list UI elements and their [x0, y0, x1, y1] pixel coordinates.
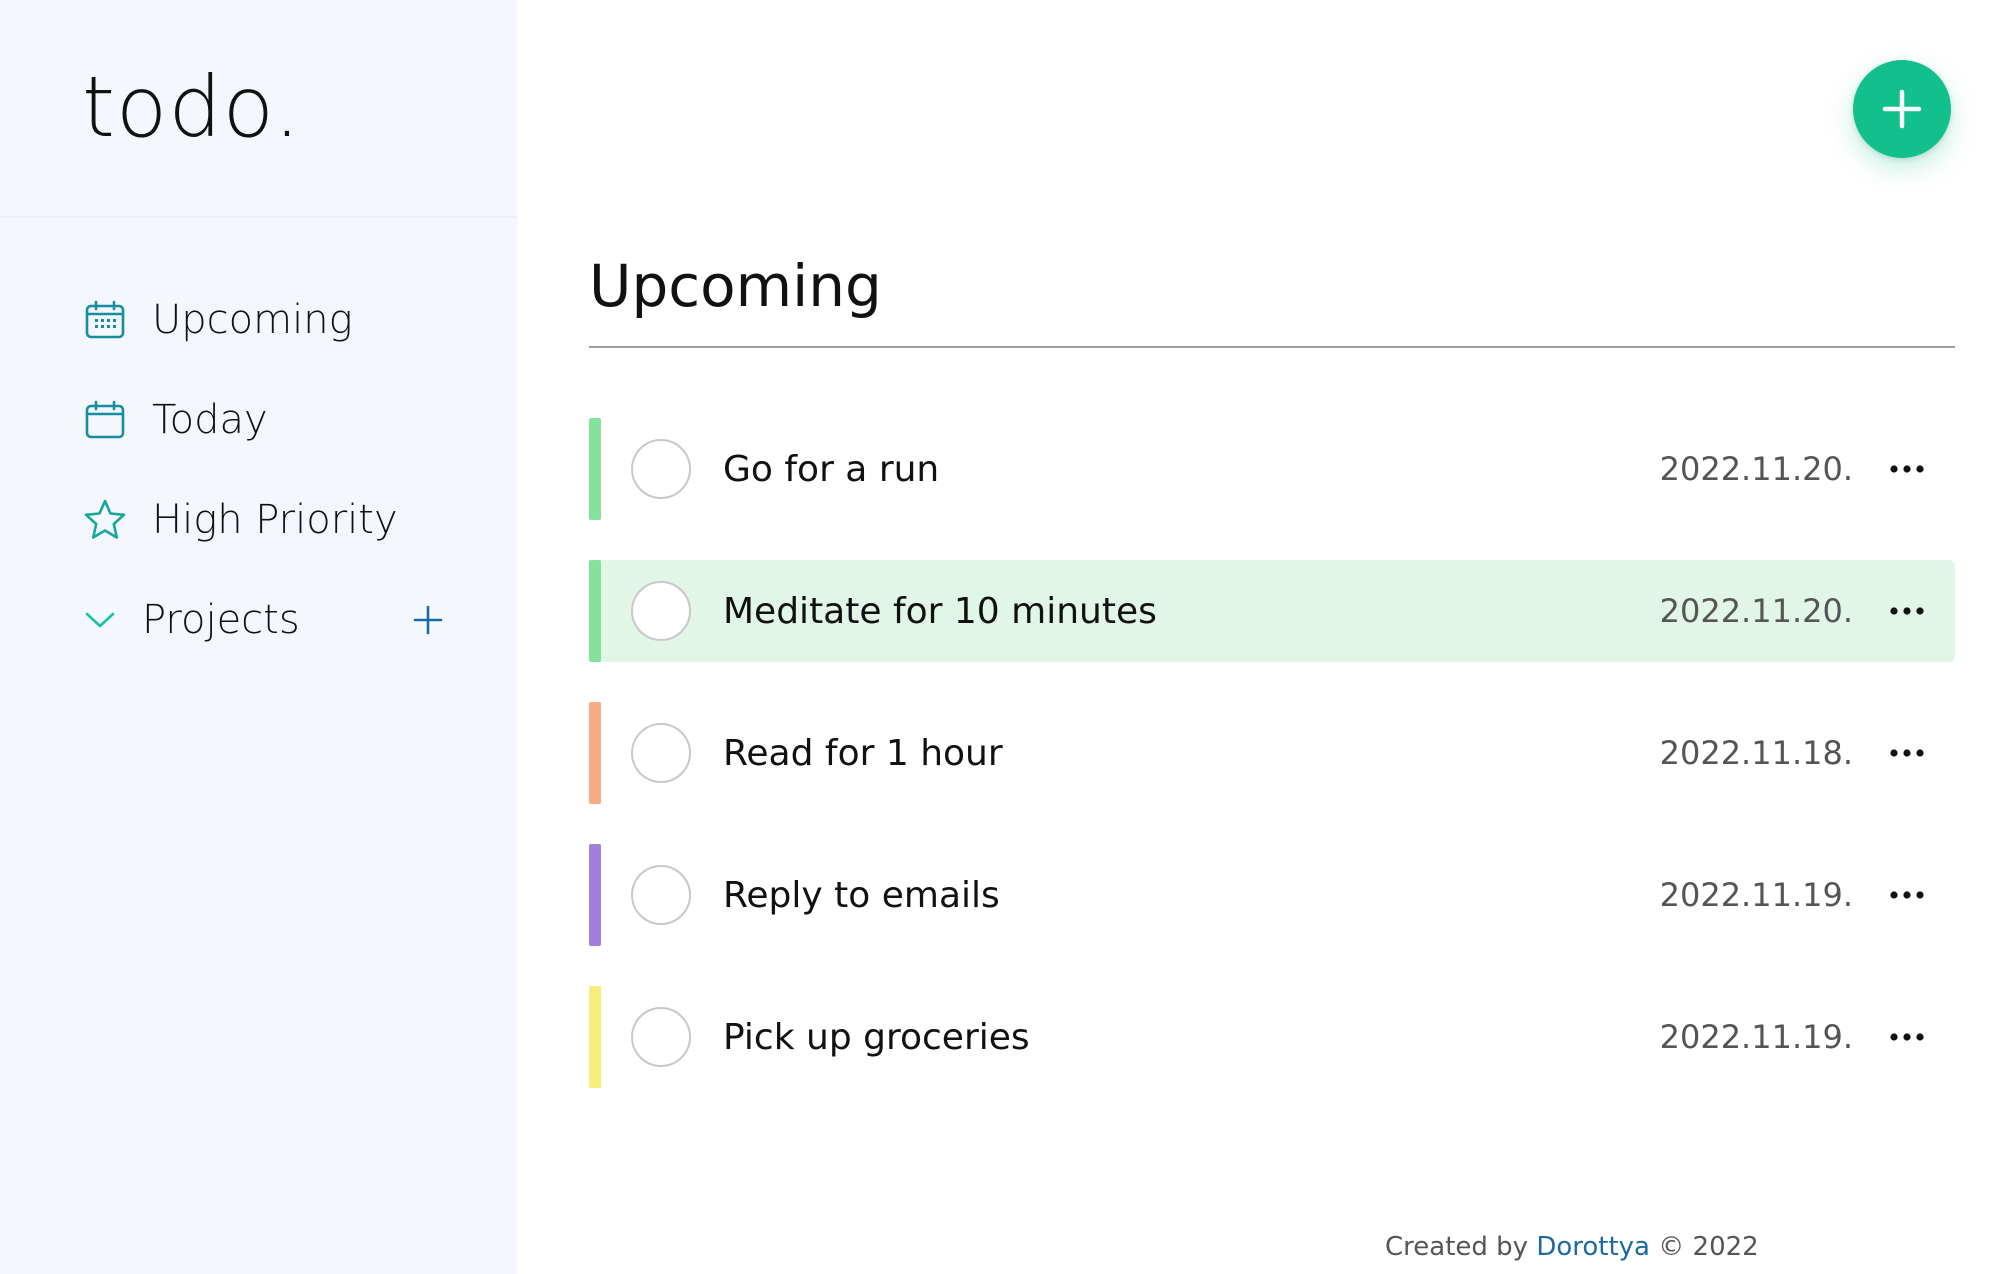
app-logo[interactable]: todo.	[82, 58, 301, 156]
task-checkbox[interactable]	[631, 1007, 691, 1067]
more-options-button[interactable]	[1883, 591, 1931, 631]
task-row[interactable]: Pick up groceries 2022.11.19.	[589, 986, 1955, 1088]
priority-bar	[589, 418, 601, 520]
ellipsis-icon	[1890, 607, 1924, 615]
task-name: Go for a run	[723, 448, 940, 490]
sidebar-item-today[interactable]: Today	[82, 370, 462, 470]
projects-label[interactable]: Projects	[142, 597, 300, 643]
task-checkbox[interactable]	[631, 865, 691, 925]
ellipsis-icon	[1890, 465, 1924, 473]
task-date: 2022.11.20.	[1659, 592, 1853, 630]
logo-area: todo.	[0, 0, 517, 218]
footer-copyright: © 2022	[1658, 1232, 1759, 1262]
sidebar-item-upcoming[interactable]: Upcoming	[82, 270, 462, 370]
task-checkbox[interactable]	[631, 581, 691, 641]
footer-prefix: Created by	[1385, 1232, 1529, 1262]
task-name: Pick up groceries	[723, 1016, 1030, 1058]
sidebar-projects: Projects	[82, 570, 462, 670]
add-project-button[interactable]	[408, 600, 448, 640]
task-date: 2022.11.19.	[1659, 1018, 1853, 1056]
sidebar-item-label: High Priority	[152, 497, 398, 543]
task-row[interactable]: Go for a run 2022.11.20.	[589, 418, 1955, 520]
calendar-icon	[82, 397, 128, 443]
author-link[interactable]: Dorottya	[1536, 1232, 1650, 1262]
task-name: Meditate for 10 minutes	[723, 590, 1157, 632]
more-options-button[interactable]	[1883, 1017, 1931, 1057]
priority-bar	[589, 702, 601, 804]
task-name: Reply to emails	[723, 874, 1000, 916]
divider	[589, 346, 1955, 348]
task-date: 2022.11.18.	[1659, 734, 1853, 772]
task-list: Go for a run 2022.11.20. Meditate for 10 m…	[589, 418, 1955, 1128]
sidebar-item-label: Upcoming	[152, 297, 353, 343]
chevron-down-icon[interactable]	[82, 602, 118, 638]
more-options-button[interactable]	[1883, 449, 1931, 489]
calendar-grid-icon	[82, 297, 128, 343]
more-options-button[interactable]	[1883, 875, 1931, 915]
task-name: Read for 1 hour	[723, 732, 1003, 774]
task-row[interactable]: Meditate for 10 minutes 2022.11.20.	[589, 560, 1955, 662]
main-content: Upcoming Go for a run 2022.11.20. Meditate…	[517, 0, 2014, 1274]
ellipsis-icon	[1890, 749, 1924, 757]
task-checkbox[interactable]	[631, 439, 691, 499]
task-checkbox[interactable]	[631, 723, 691, 783]
sidebar: todo. Upcoming Today High Priority Proje…	[0, 0, 517, 1274]
sidebar-item-label: Today	[152, 397, 268, 443]
priority-bar	[589, 560, 601, 662]
ellipsis-icon	[1890, 1033, 1924, 1041]
plus-icon	[1882, 89, 1922, 129]
priority-bar	[589, 986, 601, 1088]
task-row[interactable]: Read for 1 hour 2022.11.18.	[589, 702, 1955, 804]
star-icon	[82, 497, 128, 543]
plus-icon	[413, 605, 443, 635]
ellipsis-icon	[1890, 891, 1924, 899]
page-title: Upcoming	[589, 252, 882, 320]
task-date: 2022.11.19.	[1659, 876, 1853, 914]
sidebar-nav: Upcoming Today High Priority Projects	[82, 270, 462, 670]
task-date: 2022.11.20.	[1659, 450, 1853, 488]
task-row[interactable]: Reply to emails 2022.11.19.	[589, 844, 1955, 946]
priority-bar	[589, 844, 601, 946]
more-options-button[interactable]	[1883, 733, 1931, 773]
add-task-button[interactable]	[1853, 60, 1951, 158]
sidebar-item-high-priority[interactable]: High Priority	[82, 470, 462, 570]
footer: Created by Dorottya © 2022	[1385, 1232, 1759, 1262]
